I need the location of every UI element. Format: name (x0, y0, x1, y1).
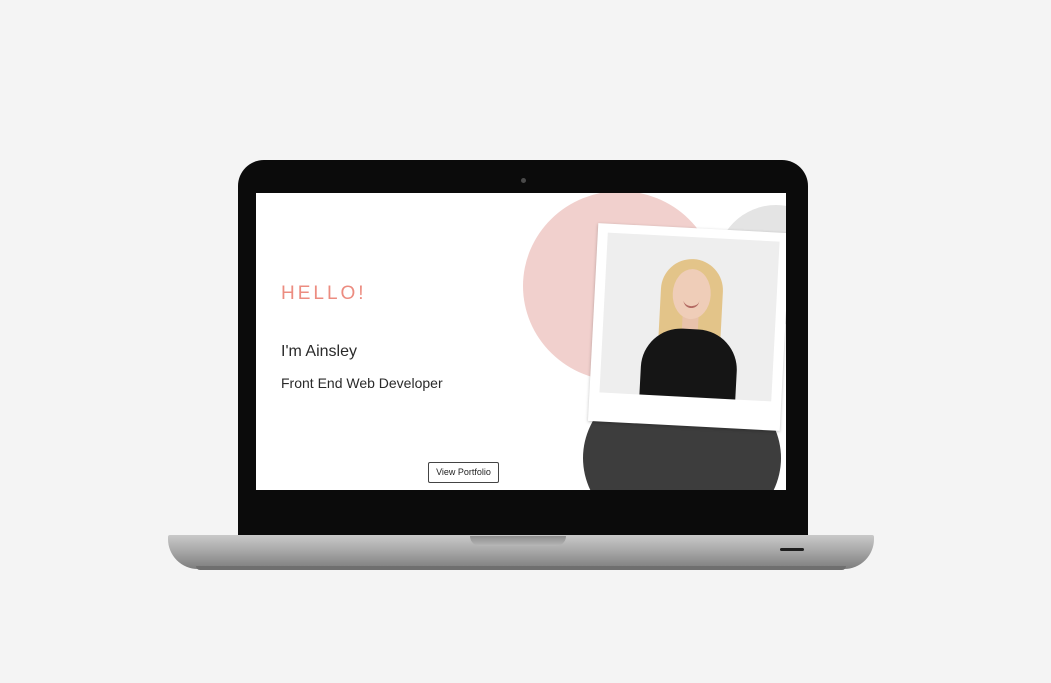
greeting-heading: HELLO! (281, 283, 367, 304)
role-subtitle: Front End Web Developer (281, 375, 443, 391)
laptop-base (168, 535, 874, 569)
webcam-icon (521, 178, 526, 183)
status-light-icon (780, 548, 804, 551)
profile-photo (599, 232, 780, 402)
photo-shirt (638, 326, 739, 402)
laptop-screen: HELLO! I'm Ainsley Front End Web Develop… (256, 193, 786, 490)
view-portfolio-button[interactable]: View Portfolio (428, 462, 499, 483)
laptop-feet (196, 566, 846, 570)
profile-photo-frame (587, 223, 786, 431)
name-heading: I'm Ainsley (281, 343, 357, 360)
lid-opening-notch (470, 536, 566, 546)
